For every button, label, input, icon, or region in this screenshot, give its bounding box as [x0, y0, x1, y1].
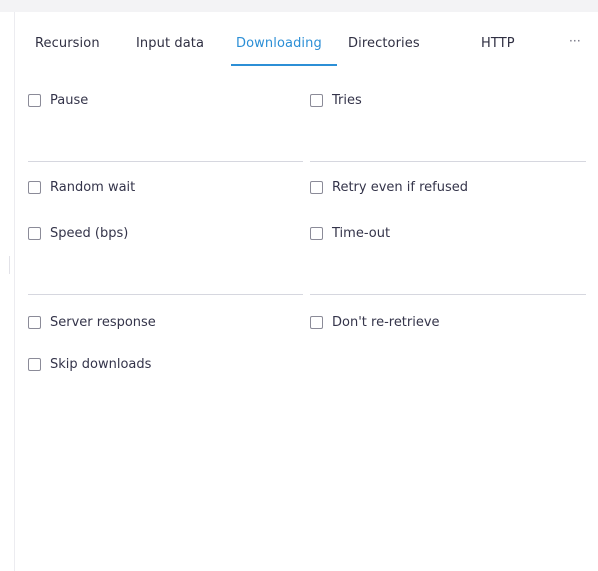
section-divider-left-1	[28, 161, 303, 162]
tab-directories[interactable]: Directories	[348, 36, 420, 51]
resize-handle[interactable]	[9, 256, 10, 274]
tries-label: Tries	[332, 93, 362, 108]
window-top-strip	[0, 0, 598, 12]
section-divider-left-2	[28, 294, 303, 295]
retry-refused-label: Retry even if refused	[332, 180, 468, 195]
tries-checkbox[interactable]	[310, 94, 323, 107]
tab-recursion[interactable]: Recursion	[35, 36, 100, 51]
timeout-checkbox[interactable]	[310, 227, 323, 240]
settings-panel: Recursion Input data Downloading Directo…	[15, 12, 598, 571]
section-divider-right-1	[310, 161, 586, 162]
server-response-option[interactable]: Server response	[28, 315, 156, 330]
random-wait-label: Random wait	[50, 180, 136, 195]
skip-downloads-checkbox[interactable]	[28, 358, 41, 371]
tab-downloading[interactable]: Downloading	[236, 36, 322, 51]
no-retrieve-checkbox[interactable]	[310, 316, 323, 329]
random-wait-checkbox[interactable]	[28, 181, 41, 194]
no-retrieve-label: Don't re-retrieve	[332, 315, 440, 330]
timeout-label: Time-out	[332, 226, 391, 241]
pause-checkbox[interactable]	[28, 94, 41, 107]
random-wait-option[interactable]: Random wait	[28, 180, 135, 195]
server-response-label: Server response	[50, 315, 156, 330]
retry-refused-checkbox[interactable]	[310, 181, 323, 194]
skip-downloads-label: Skip downloads	[50, 357, 152, 372]
timeout-option[interactable]: Time-out	[310, 226, 390, 241]
speed-checkbox[interactable]	[28, 227, 41, 240]
pause-option[interactable]: Pause	[28, 93, 88, 108]
tries-option[interactable]: Tries	[310, 93, 362, 108]
active-tab-indicator	[231, 64, 337, 66]
retry-refused-option[interactable]: Retry even if refused	[310, 180, 468, 195]
section-divider-right-2	[310, 294, 586, 295]
no-retrieve-option[interactable]: Don't re-retrieve	[310, 315, 440, 330]
tab-more-overflow[interactable]: ···	[569, 34, 581, 48]
tab-input-data[interactable]: Input data	[136, 36, 204, 51]
tab-bar: Recursion Input data Downloading Directo…	[15, 12, 598, 68]
server-response-checkbox[interactable]	[28, 316, 41, 329]
skip-downloads-option[interactable]: Skip downloads	[28, 357, 151, 372]
pause-label: Pause	[50, 93, 89, 108]
tab-http[interactable]: HTTP	[481, 36, 515, 51]
speed-label: Speed (bps)	[50, 226, 129, 241]
speed-option[interactable]: Speed (bps)	[28, 226, 128, 241]
